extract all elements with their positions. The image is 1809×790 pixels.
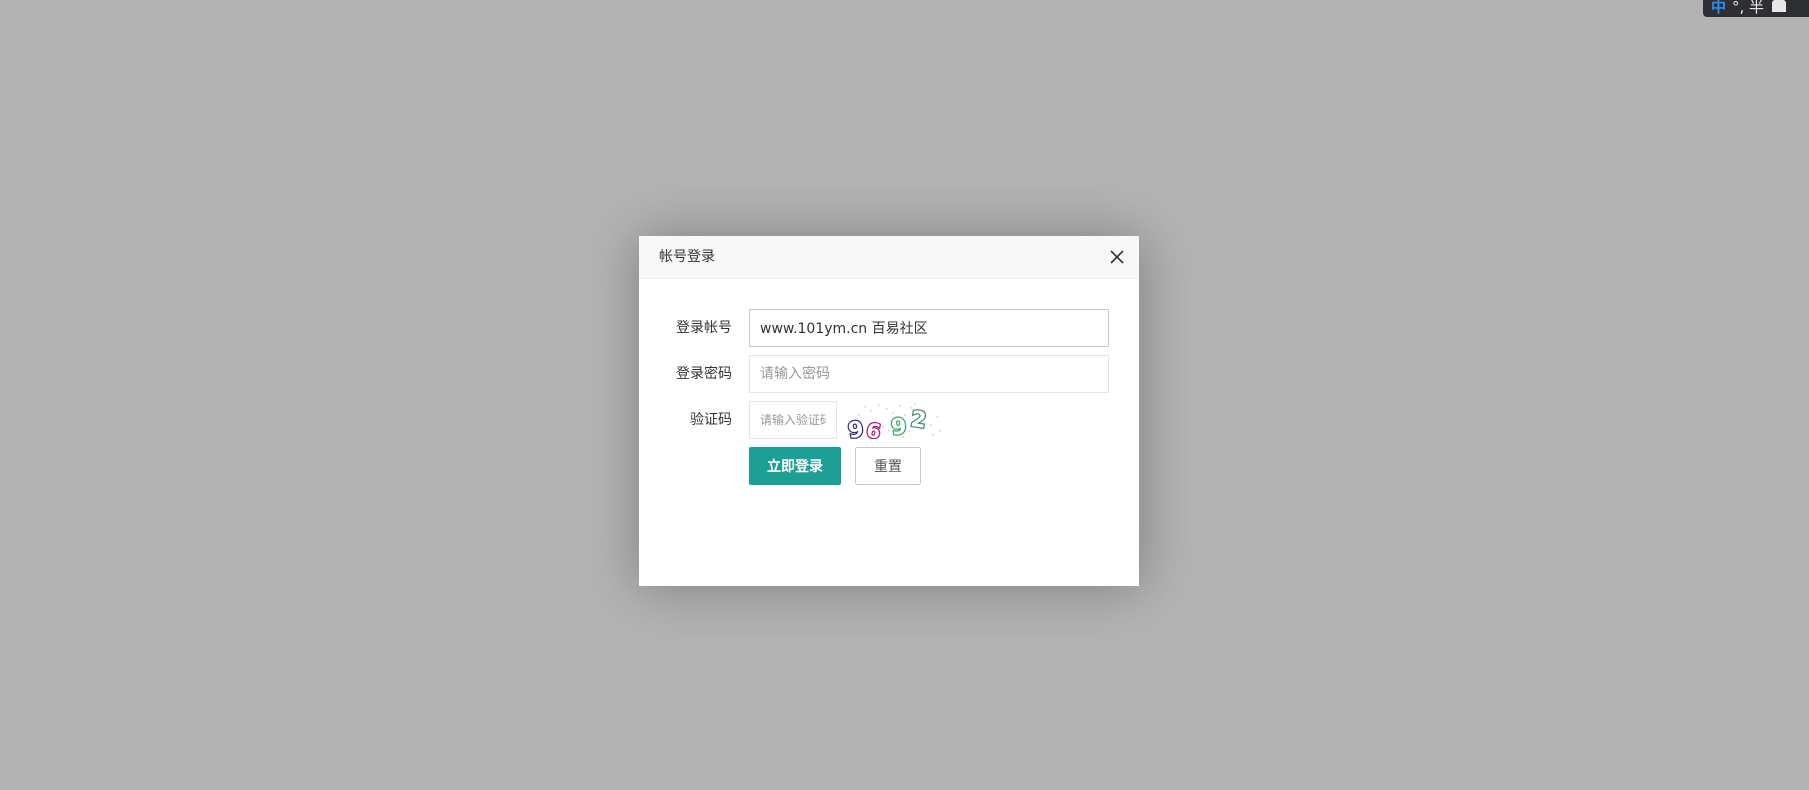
ime-punct-label[interactable]: °, 半 [1732, 0, 1764, 15]
close-icon[interactable] [1109, 249, 1125, 265]
password-input[interactable] [749, 355, 1109, 393]
login-button[interactable]: 立即登录 [749, 447, 841, 485]
svg-text:2: 2 [909, 407, 928, 434]
ime-mode-label[interactable]: 中 [1711, 0, 1726, 15]
captcha-label: 验证码 [690, 412, 732, 428]
password-label: 登录密码 [676, 366, 732, 382]
ime-status-indicator[interactable]: 中 °, 半 [1703, 0, 1809, 17]
skin-icon[interactable] [1772, 0, 1787, 12]
captcha-image[interactable]: 9 6 9 2 [845, 401, 945, 439]
account-input[interactable] [749, 309, 1109, 347]
captcha-row: 验证码 9 6 9 2 [639, 401, 1139, 439]
dialog-header: 帐号登录 [639, 236, 1139, 279]
reset-button[interactable]: 重置 [855, 447, 921, 485]
dialog-title: 帐号登录 [659, 249, 715, 265]
svg-text:9: 9 [890, 414, 908, 439]
captcha-input[interactable] [749, 401, 837, 439]
account-row: 登录帐号 [639, 309, 1139, 347]
login-dialog: 帐号登录 登录帐号 登录密码 验证码 [639, 236, 1139, 586]
svg-text:9: 9 [847, 417, 866, 439]
account-label: 登录帐号 [676, 320, 732, 336]
password-row: 登录密码 [639, 355, 1139, 393]
svg-text:6: 6 [865, 418, 883, 439]
buttons-row: 立即登录 重置 [639, 447, 1139, 485]
